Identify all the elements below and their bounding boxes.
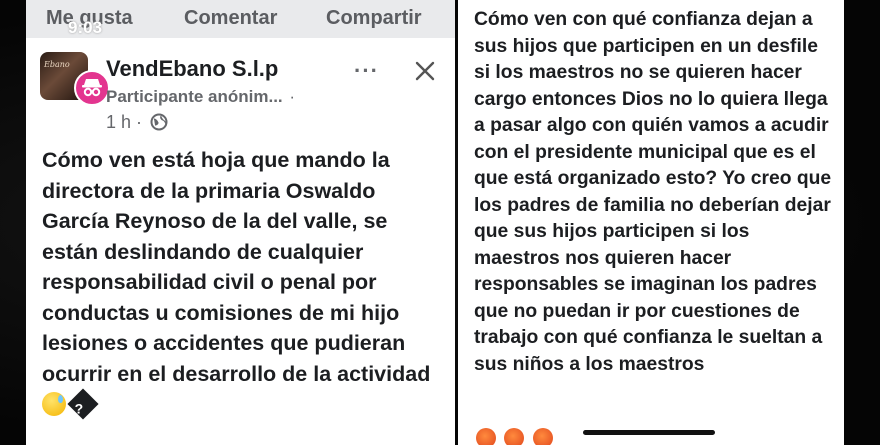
reaction-emojis: [476, 428, 557, 445]
comment-text: Cómo ven con qué confianza dejan a sus h…: [474, 9, 832, 375]
close-icon[interactable]: [414, 60, 436, 82]
comment-card: Cómo ven con qué confianza dejan a sus h…: [458, 0, 844, 445]
sweat-smile-emoji-icon: [42, 392, 66, 416]
angry-face-icon: [504, 428, 525, 445]
comment-button[interactable]: Comentar: [184, 7, 277, 30]
angry-face-icon: [532, 428, 553, 445]
unknown-character-text: ?: [74, 400, 84, 417]
post-meta: 1 h ·: [106, 112, 168, 133]
angry-face-icon: [476, 428, 496, 445]
post-timestamp[interactable]: 1 h ·: [106, 112, 142, 132]
author-label-text: Participante anónim...: [106, 87, 283, 106]
globe-icon: [150, 113, 168, 131]
facebook-post-card: Me gusta Comentar Compartir 9:03 Ebano V…: [26, 0, 455, 445]
post-text: Cómo ven está hoja que mando la director…: [42, 148, 431, 386]
more-options-icon[interactable]: ···: [354, 58, 379, 84]
unknown-character-icon: ?: [67, 388, 99, 420]
anonymous-participant-icon: [74, 70, 110, 106]
share-button[interactable]: Compartir: [326, 7, 422, 30]
author-label: Participante anónim... ·: [106, 87, 295, 107]
avatar-logo: Ebano: [44, 60, 70, 69]
author-separator: ·: [289, 87, 296, 106]
post-text-block: Cómo ven está hoja que mando la director…: [42, 145, 447, 420]
status-bar-time: 9:03: [68, 18, 103, 37]
home-indicator-bar: [583, 430, 715, 435]
page-name-link[interactable]: VendEbano S.l.p: [106, 56, 278, 82]
